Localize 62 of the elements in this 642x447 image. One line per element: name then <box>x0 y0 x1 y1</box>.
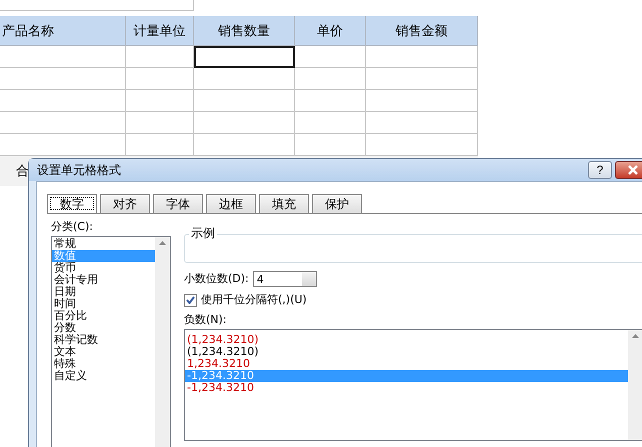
category-item[interactable]: 百分比 <box>52 310 155 322</box>
column-header: 销售金额 <box>366 16 478 46</box>
category-item[interactable]: 特殊 <box>52 358 155 370</box>
category-item[interactable]: 时间 <box>52 298 155 310</box>
table-cell[interactable] <box>0 46 126 68</box>
category-item[interactable]: 自定义 <box>52 370 155 382</box>
sample-label: 示例 <box>189 225 217 242</box>
check-icon <box>186 296 195 304</box>
decimals-label: 小数位数(D): <box>184 272 249 286</box>
table-cell[interactable] <box>194 68 295 90</box>
tab[interactable]: 数字 <box>47 194 97 213</box>
table-cell[interactable] <box>0 90 126 112</box>
column-header: 计量单位 <box>126 16 194 46</box>
column-header: 单价 <box>295 16 366 46</box>
separator-label: 使用千位分隔符(,)(U) <box>201 293 307 307</box>
category-item[interactable]: 分数 <box>52 322 155 334</box>
table-cell[interactable] <box>295 90 366 112</box>
category-item[interactable]: 日期 <box>52 286 155 298</box>
category-item[interactable]: 科学记数 <box>52 334 155 346</box>
table-cell[interactable] <box>0 112 126 134</box>
category-item[interactable]: 会计专用 <box>52 274 155 286</box>
tab[interactable]: 字体 <box>153 194 203 213</box>
category-label: 分类(C): <box>51 220 94 234</box>
scrollbar[interactable] <box>628 330 642 440</box>
close-icon <box>628 165 638 175</box>
scroll-up-icon[interactable] <box>632 334 639 338</box>
help-button[interactable]: ? <box>588 161 612 179</box>
negative-item[interactable]: -1,234.3210 <box>185 382 628 394</box>
table-cell[interactable] <box>126 112 194 134</box>
scrollbar[interactable] <box>155 237 170 447</box>
selected-cell[interactable] <box>194 46 295 68</box>
table-cell[interactable] <box>194 90 295 112</box>
tab[interactable]: 对齐 <box>100 194 150 213</box>
tab[interactable]: 填充 <box>259 194 309 213</box>
category-item[interactable]: 货币 <box>52 262 155 274</box>
table-cell[interactable] <box>366 90 478 112</box>
column-header: 销售数量 <box>194 16 295 46</box>
scroll-up-icon[interactable] <box>159 241 166 245</box>
table-cell[interactable] <box>366 68 478 90</box>
table-cell[interactable] <box>126 90 194 112</box>
negative-item[interactable]: 1,234.3210 <box>185 358 628 370</box>
table-cell[interactable] <box>126 46 194 68</box>
table-cell[interactable] <box>295 112 366 134</box>
close-button[interactable] <box>615 161 642 179</box>
total-label: 合 <box>16 163 29 180</box>
tab[interactable]: 边框 <box>206 194 256 213</box>
column-header: 产品名称 <box>0 16 126 46</box>
table-cell[interactable] <box>126 68 194 90</box>
negative-item[interactable]: (1,234.3210) <box>185 346 628 358</box>
negative-item[interactable]: (1,234.3210) <box>185 334 628 346</box>
table-cell[interactable] <box>0 68 126 90</box>
dialog-title: 设置单元格格式 <box>37 162 122 178</box>
category-item[interactable]: 文本 <box>52 346 155 358</box>
separator-checkbox[interactable] <box>184 294 197 306</box>
table-cell[interactable] <box>366 112 478 134</box>
tab[interactable]: 保护 <box>312 194 362 213</box>
negative-label: 负数(N): <box>184 313 227 327</box>
table-cell[interactable] <box>194 112 295 134</box>
table-cell[interactable] <box>295 68 366 90</box>
table-cell[interactable] <box>366 46 478 68</box>
table-cell[interactable] <box>295 46 366 68</box>
category-item[interactable]: 常规 <box>52 238 155 250</box>
